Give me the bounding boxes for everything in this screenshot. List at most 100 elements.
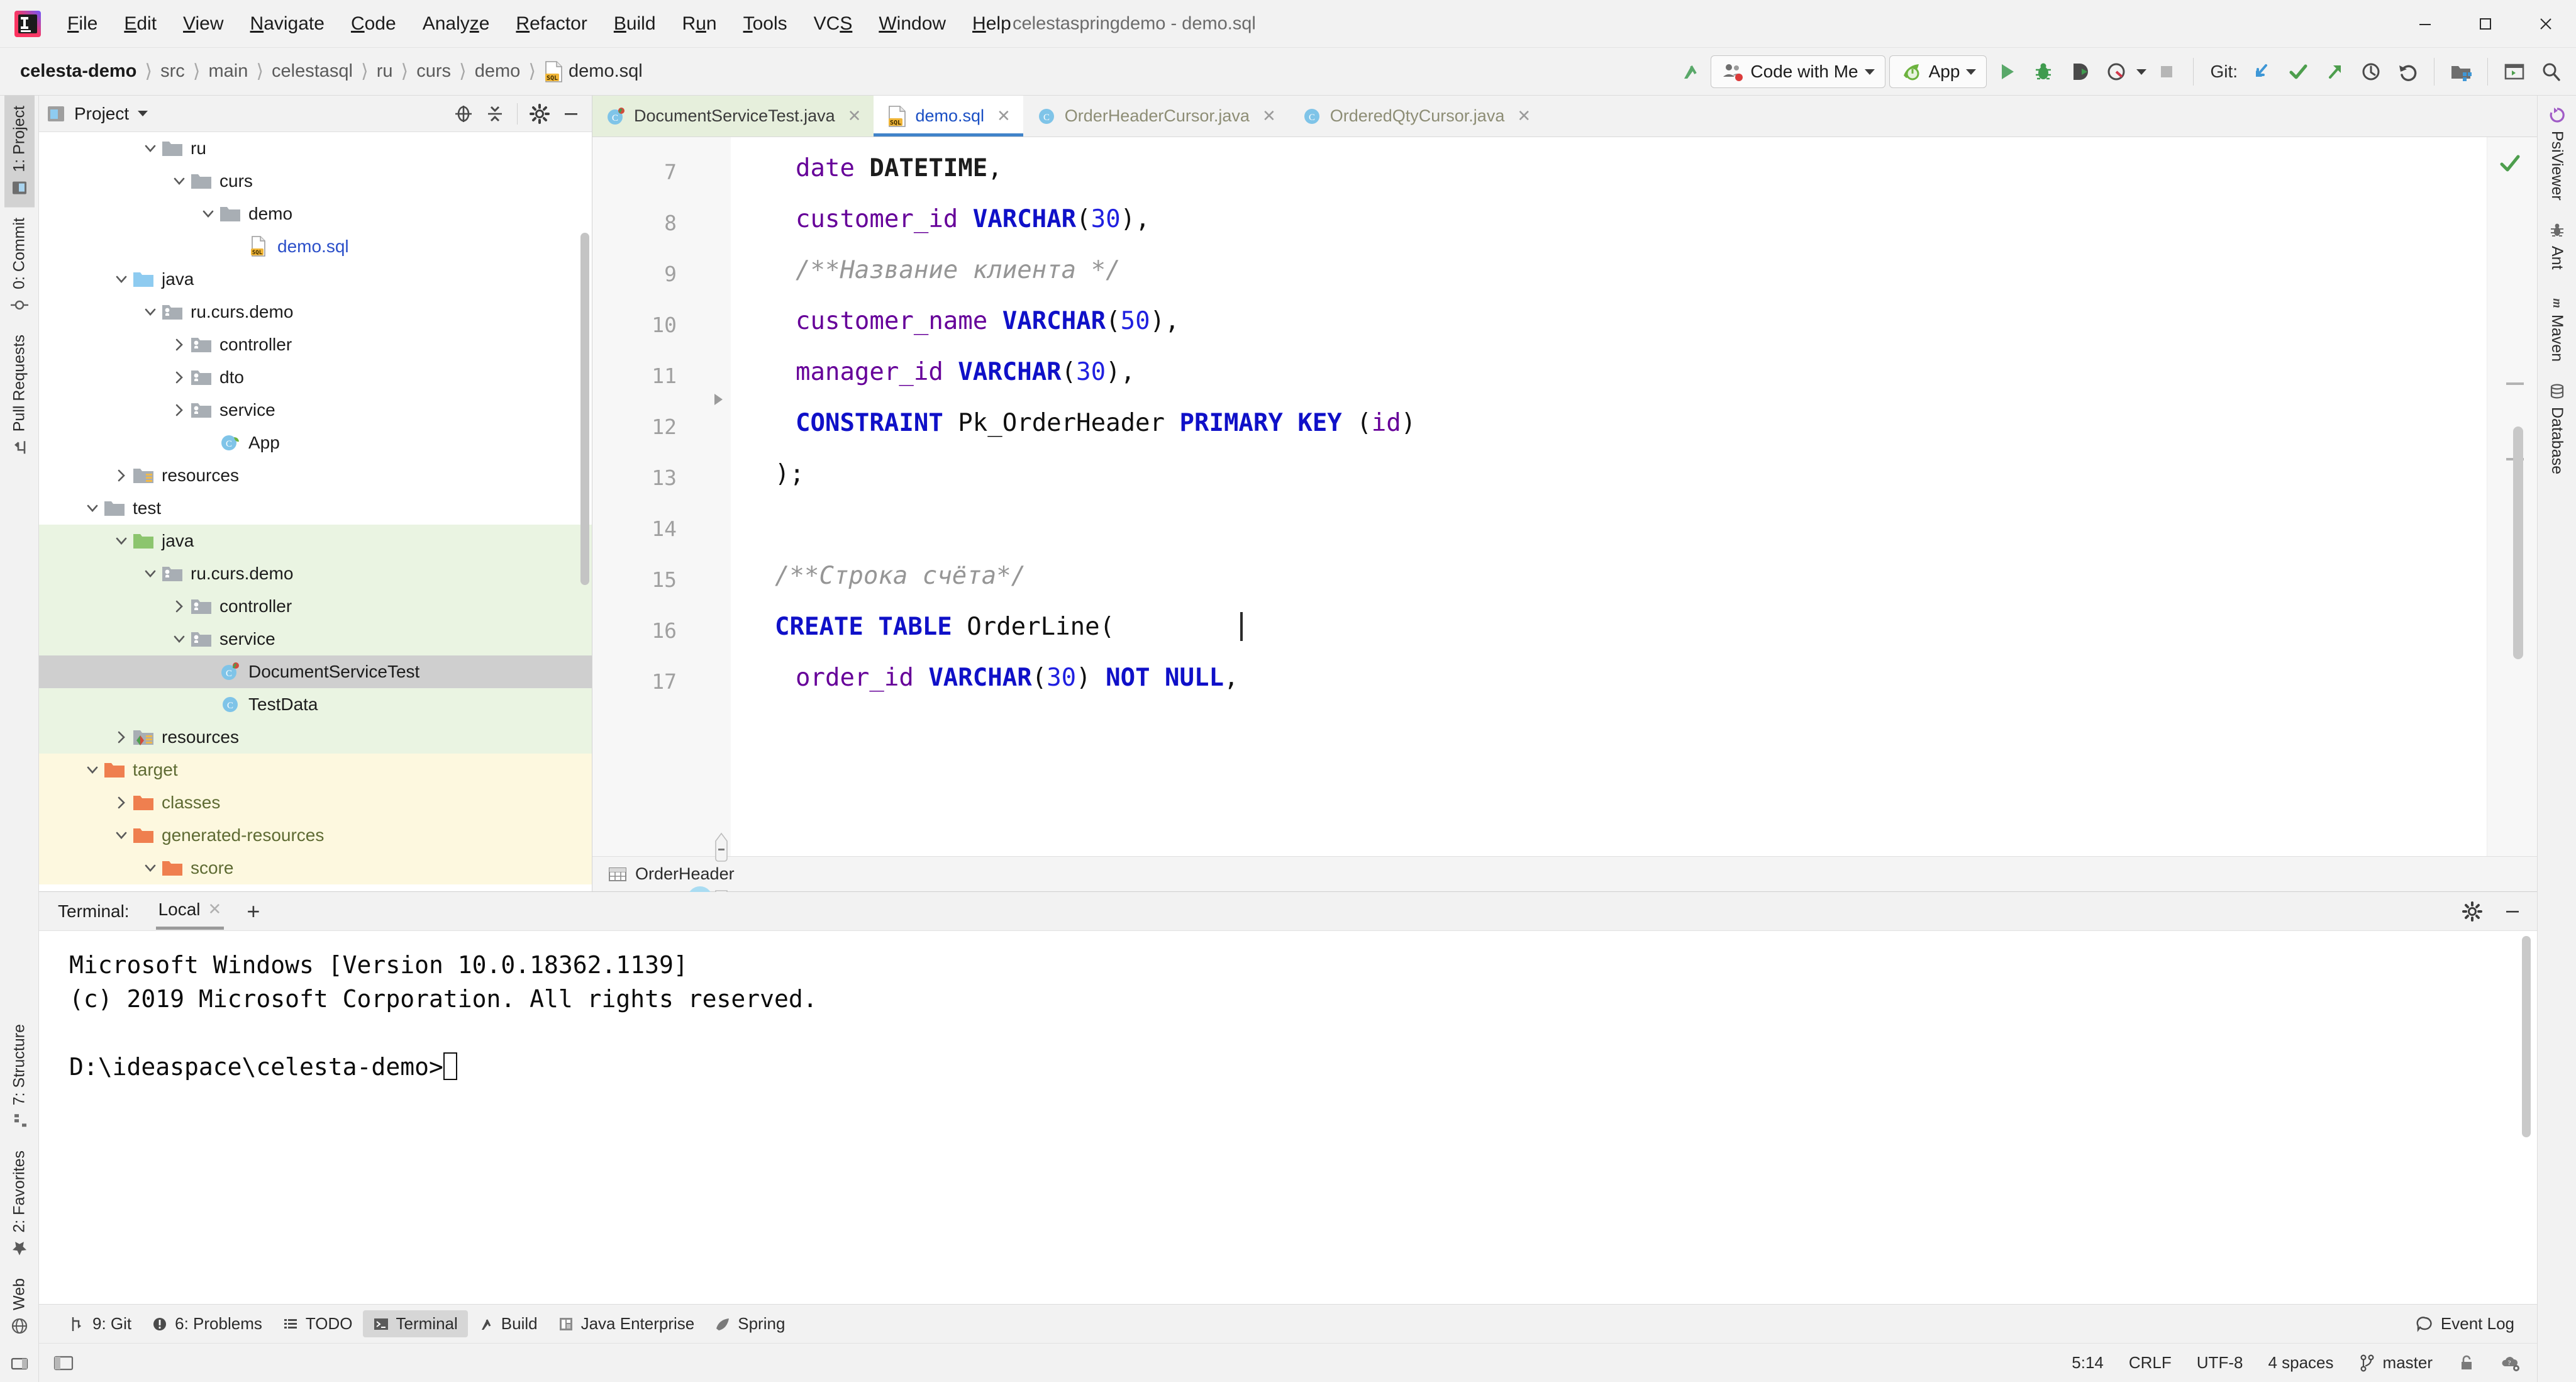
stop-button[interactable] bbox=[2150, 53, 2183, 91]
tree-node-resources[interactable]: resources bbox=[39, 459, 592, 492]
tree-node-classes[interactable]: classes bbox=[39, 786, 592, 819]
tree-expand-arrow[interactable] bbox=[82, 759, 103, 781]
gear-icon[interactable] bbox=[2458, 897, 2487, 926]
status-item-java-enterprise[interactable]: Java Enterprise bbox=[548, 1310, 705, 1337]
tree-node-score[interactable]: score bbox=[39, 852, 592, 884]
run-button[interactable] bbox=[1990, 53, 2023, 91]
expand-triangle-icon[interactable] bbox=[709, 391, 727, 408]
editor-right-gutter[interactable] bbox=[2487, 137, 2537, 856]
tree-node-ru-curs-demo[interactable]: ru.curs.demo bbox=[39, 557, 592, 590]
tree-expand-arrow[interactable] bbox=[197, 694, 219, 715]
status-item-todo[interactable]: TODO bbox=[272, 1310, 363, 1337]
code-line[interactable]: date DATETIME, bbox=[796, 156, 1002, 181]
tree-expand-arrow[interactable] bbox=[111, 825, 132, 846]
tree-node-documentservicetest[interactable]: C DocumentServiceTest bbox=[39, 655, 592, 688]
code-line[interactable]: order_id VARCHAR(30) NOT NULL, bbox=[796, 666, 1238, 690]
git-update-project-button[interactable] bbox=[2245, 53, 2278, 91]
chevron-down-icon[interactable] bbox=[2136, 69, 2147, 75]
file-encoding[interactable]: UTF-8 bbox=[2197, 1353, 2243, 1373]
tree-expand-arrow[interactable] bbox=[169, 170, 190, 192]
code-editor[interactable]: C bbox=[592, 137, 2537, 916]
code-with-me-button[interactable]: Code with Me bbox=[1711, 55, 1885, 88]
sidebar-item-database[interactable]: Database bbox=[2542, 372, 2572, 484]
menu-navigate[interactable]: Navigate bbox=[237, 9, 338, 38]
close-icon[interactable]: ✕ bbox=[1517, 106, 1531, 126]
tree-node-ru-curs-demo[interactable]: ru.curs.demo bbox=[39, 296, 592, 328]
run-configuration-selector[interactable]: App bbox=[1889, 55, 1987, 88]
tree-node-app[interactable]: C App bbox=[39, 426, 592, 459]
status-item-spring[interactable]: Spring bbox=[704, 1310, 795, 1337]
minimize-button[interactable] bbox=[2395, 0, 2455, 48]
new-terminal-session-button[interactable]: + bbox=[247, 898, 260, 925]
tree-node-test[interactable]: test bbox=[39, 492, 592, 525]
project-tree[interactable]: ru curs demo SQL demo.sql java ru.curs.demo con… bbox=[39, 132, 592, 891]
menu-vcs[interactable]: VCS bbox=[801, 9, 866, 38]
breadcrumb-item-curs[interactable]: curs bbox=[411, 60, 456, 83]
code-line[interactable]: customer_id VARCHAR(30), bbox=[796, 207, 1150, 231]
terminal-tab-local[interactable]: Local ✕ bbox=[151, 897, 230, 930]
breadcrumb-item-main[interactable]: main bbox=[203, 60, 253, 83]
code-line[interactable]: manager_id VARCHAR(30), bbox=[796, 360, 1135, 384]
tree-expand-arrow[interactable] bbox=[197, 661, 219, 683]
git-history-button[interactable] bbox=[2355, 53, 2387, 91]
breadcrumb-item-celestasql[interactable]: celestasql bbox=[267, 60, 358, 83]
git-push-button[interactable] bbox=[2318, 53, 2351, 91]
close-icon[interactable]: ✕ bbox=[1262, 106, 1276, 126]
sidebar-item-favorites[interactable]: 2: Favorites bbox=[4, 1140, 35, 1268]
tab-orderedqtycursor-java[interactable]: C OrderedQtyCursor.java ✕ bbox=[1289, 96, 1543, 137]
sidebar-item-ant[interactable]: Ant bbox=[2542, 211, 2572, 280]
tree-expand-arrow[interactable] bbox=[197, 203, 219, 225]
search-everywhere-button[interactable] bbox=[2534, 53, 2567, 91]
status-item-git[interactable]: 9: Git bbox=[59, 1310, 142, 1337]
breadcrumb-item-src[interactable]: src bbox=[155, 60, 190, 83]
profile-button[interactable] bbox=[2100, 53, 2133, 91]
tree-expand-arrow[interactable] bbox=[82, 498, 103, 519]
git-rollback-button[interactable] bbox=[2391, 53, 2424, 91]
code-line[interactable]: /**Строка счёта*/ bbox=[775, 564, 1026, 588]
menu-edit[interactable]: Edit bbox=[111, 9, 170, 38]
sidebar-item-maven[interactable]: m Maven bbox=[2542, 279, 2572, 372]
tree-node-testdata[interactable]: C TestData bbox=[39, 688, 592, 721]
tree-expand-arrow[interactable] bbox=[197, 432, 219, 454]
breadcrumb-item-demo[interactable]: demo bbox=[470, 60, 526, 83]
tree-node-service[interactable]: service bbox=[39, 394, 592, 426]
git-branch-widget[interactable]: master bbox=[2359, 1353, 2433, 1373]
maximize-button[interactable] bbox=[2455, 0, 2516, 48]
code-line[interactable]: CONSTRAINT Pk_OrderHeader PRIMARY KEY (i… bbox=[796, 411, 1416, 435]
chevron-down-icon[interactable] bbox=[138, 111, 148, 116]
code-line[interactable]: CREATE TABLE OrderLine( bbox=[775, 615, 1114, 639]
menu-run[interactable]: Run bbox=[669, 9, 730, 38]
tree-expand-arrow[interactable] bbox=[169, 334, 190, 355]
tree-node-java[interactable]: java bbox=[39, 263, 592, 296]
run-with-coverage-button[interactable] bbox=[2063, 53, 2096, 91]
sidebar-item-project[interactable]: 1: Project bbox=[4, 96, 35, 208]
breadcrumb-item-ru[interactable]: ru bbox=[372, 60, 398, 83]
code-line[interactable]: ); bbox=[775, 462, 804, 486]
menu-view[interactable]: View bbox=[170, 9, 236, 38]
tree-expand-arrow[interactable] bbox=[140, 301, 161, 323]
line-separator[interactable]: CRLF bbox=[2129, 1353, 2172, 1373]
debug-button[interactable] bbox=[2027, 53, 2060, 91]
tree-expand-arrow[interactable] bbox=[111, 727, 132, 748]
show-tool-windows-icon[interactable] bbox=[53, 1354, 74, 1372]
sidebar-item-structure[interactable]: 7: Structure bbox=[4, 1014, 35, 1140]
hide-icon[interactable] bbox=[557, 99, 586, 128]
tab-documentservicetest-java[interactable]: C DocumentServiceTest.java ✕ bbox=[592, 96, 874, 137]
sidebar-item-web[interactable]: Web bbox=[4, 1268, 35, 1346]
breadcrumb-item-project[interactable]: celesta-demo bbox=[15, 60, 142, 83]
settings-sync-icon[interactable]: ? bbox=[2501, 1354, 2521, 1373]
tree-expand-arrow[interactable] bbox=[140, 138, 161, 159]
tree-expand-arrow[interactable] bbox=[111, 269, 132, 290]
tree-expand-arrow[interactable] bbox=[111, 465, 132, 486]
sidebar-item-psiviewer[interactable]: PsiViewer bbox=[2542, 96, 2572, 211]
code-text[interactable]: date DATETIME, customer_id VARCHAR(30), /*… bbox=[731, 137, 2487, 856]
tree-node-service[interactable]: service bbox=[39, 623, 592, 655]
menu-window[interactable]: Window bbox=[865, 9, 959, 38]
tree-expand-arrow[interactable] bbox=[169, 628, 190, 650]
event-log-button[interactable]: Event Log bbox=[2406, 1310, 2524, 1337]
menu-analyze[interactable]: Analyze bbox=[409, 9, 503, 38]
inspection-ok-icon[interactable] bbox=[2497, 151, 2523, 176]
tree-node-curs[interactable]: curs bbox=[39, 165, 592, 198]
menu-tools[interactable]: Tools bbox=[730, 9, 801, 38]
menu-file[interactable]: File bbox=[54, 9, 111, 38]
